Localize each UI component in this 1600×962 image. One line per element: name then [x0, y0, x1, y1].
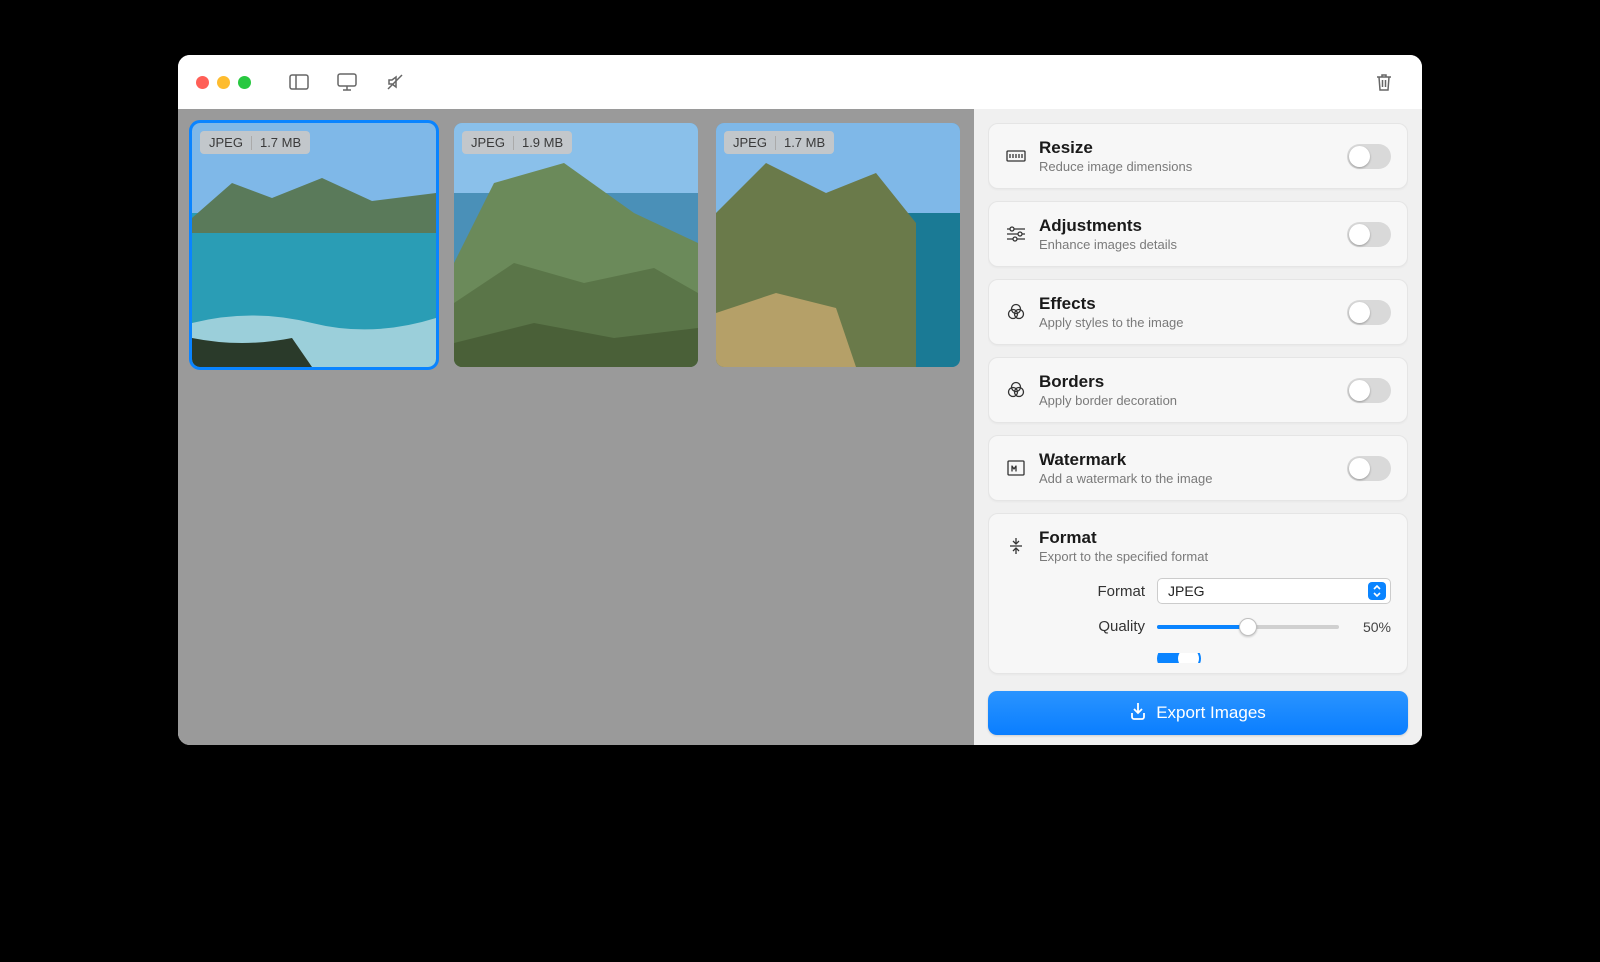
progressive-toggle[interactable]	[1157, 653, 1201, 663]
resize-panel[interactable]: Resize Reduce image dimensions	[988, 123, 1408, 189]
borders-toggle[interactable]	[1347, 378, 1391, 403]
image-gallery[interactable]: JPEG 1.7 MB JPEG 1.9 MB	[178, 109, 974, 745]
image-thumbnail[interactable]: JPEG 1.7 MB	[716, 123, 960, 367]
quality-value: 50%	[1351, 619, 1391, 635]
panel-subtitle: Add a watermark to the image	[1039, 471, 1335, 486]
panel-title: Resize	[1039, 138, 1335, 158]
panel-subtitle: Apply border decoration	[1039, 393, 1335, 408]
sidebar-toggle-button[interactable]	[279, 66, 319, 98]
resize-icon	[1005, 150, 1027, 162]
format-select-value: JPEG	[1168, 583, 1205, 599]
zoom-window-button[interactable]	[238, 76, 251, 89]
image-size-label: 1.7 MB	[784, 135, 825, 150]
format-label: Format	[1005, 583, 1145, 600]
image-thumbnail[interactable]: JPEG 1.9 MB	[454, 123, 698, 367]
borders-panel[interactable]: Borders Apply border decoration	[988, 357, 1408, 423]
panel-title: Effects	[1039, 294, 1335, 314]
settings-sidebar: Resize Reduce image dimensions Adjustmen…	[974, 109, 1422, 745]
format-select[interactable]: JPEG	[1157, 578, 1391, 604]
image-format-label: JPEG	[733, 135, 767, 150]
image-badge: JPEG 1.7 MB	[200, 131, 310, 154]
format-panel: Format Export to the specified format Fo…	[988, 513, 1408, 674]
adjustments-panel[interactable]: Adjustments Enhance images details	[988, 201, 1408, 267]
image-badge: JPEG 1.7 MB	[724, 131, 834, 154]
image-format-label: JPEG	[471, 135, 505, 150]
panel-subtitle: Enhance images details	[1039, 237, 1335, 252]
trash-button[interactable]	[1364, 66, 1404, 98]
panel-title: Format	[1039, 528, 1391, 548]
panel-title: Watermark	[1039, 450, 1335, 470]
mute-icon[interactable]	[375, 66, 415, 98]
effects-icon	[1005, 303, 1027, 321]
image-thumbnail[interactable]: JPEG 1.7 MB	[192, 123, 436, 367]
panel-subtitle: Export to the specified format	[1039, 549, 1391, 564]
display-button[interactable]	[327, 66, 367, 98]
panel-title: Adjustments	[1039, 216, 1335, 236]
watermark-icon	[1005, 460, 1027, 476]
titlebar	[178, 55, 1422, 109]
watermark-panel[interactable]: Watermark Add a watermark to the image	[988, 435, 1408, 501]
export-icon	[1130, 702, 1146, 725]
resize-toggle[interactable]	[1347, 144, 1391, 169]
effects-panel[interactable]: Effects Apply styles to the image	[988, 279, 1408, 345]
image-size-label: 1.7 MB	[260, 135, 301, 150]
close-window-button[interactable]	[196, 76, 209, 89]
app-window: JPEG 1.7 MB JPEG 1.9 MB	[178, 55, 1422, 745]
image-badge: JPEG 1.9 MB	[462, 131, 572, 154]
quality-slider[interactable]	[1157, 625, 1339, 629]
image-format-label: JPEG	[209, 135, 243, 150]
window-controls	[196, 76, 251, 89]
watermark-toggle[interactable]	[1347, 456, 1391, 481]
content-area: JPEG 1.7 MB JPEG 1.9 MB	[178, 109, 1422, 745]
image-size-label: 1.9 MB	[522, 135, 563, 150]
chevron-updown-icon	[1368, 582, 1386, 600]
format-icon	[1005, 537, 1027, 555]
effects-toggle[interactable]	[1347, 300, 1391, 325]
panel-subtitle: Apply styles to the image	[1039, 315, 1335, 330]
panel-title: Borders	[1039, 372, 1335, 392]
export-button-label: Export Images	[1156, 703, 1266, 723]
minimize-window-button[interactable]	[217, 76, 230, 89]
adjustments-toggle[interactable]	[1347, 222, 1391, 247]
borders-icon	[1005, 381, 1027, 399]
export-button[interactable]: Export Images	[988, 691, 1408, 735]
panel-subtitle: Reduce image dimensions	[1039, 159, 1335, 174]
quality-label: Quality	[1005, 618, 1145, 635]
sliders-icon	[1005, 226, 1027, 242]
